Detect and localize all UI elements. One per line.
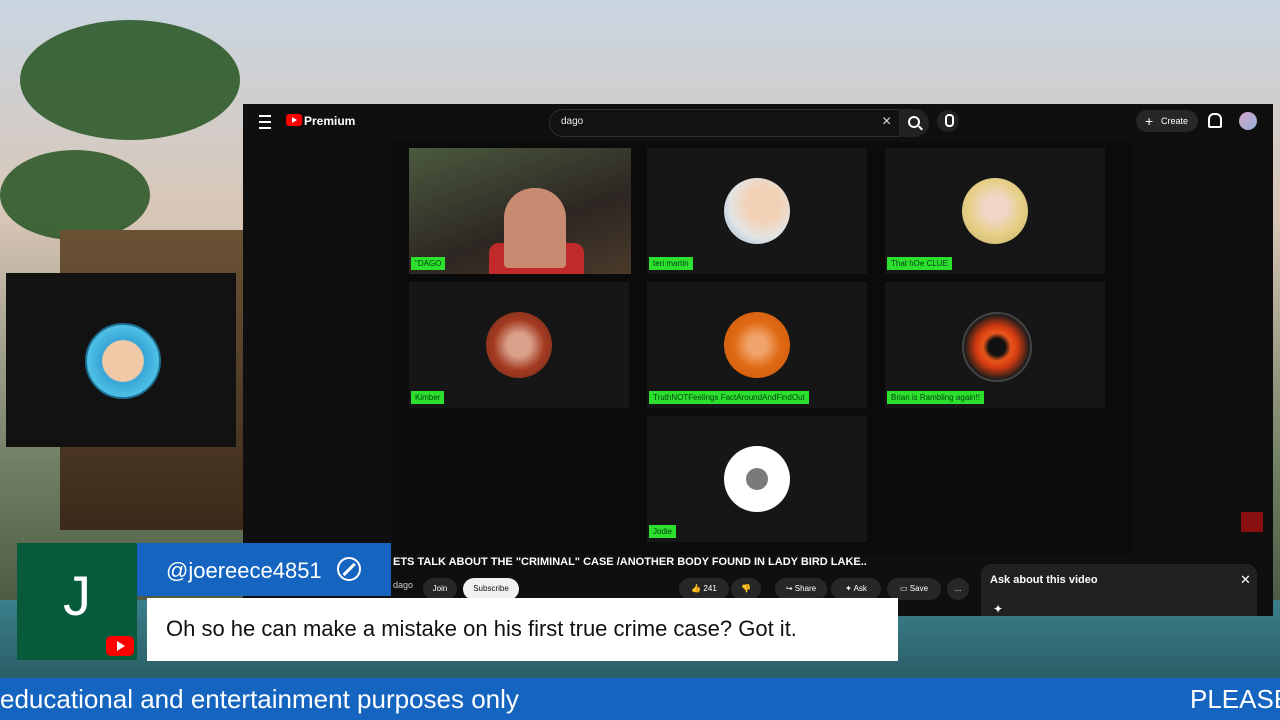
comment-message-box: Oh so he can make a mistake on his first… — [147, 598, 898, 661]
like-button[interactable]: 👍 241 — [679, 578, 729, 600]
commenter-username: @joereece4851 — [166, 558, 322, 583]
clear-search-icon[interactable]: × — [882, 113, 891, 131]
video-player[interactable]: "DAGO teri martin That hOe CLUE Kimber T… — [393, 142, 1133, 554]
ask-panel-title: Ask about this video — [990, 574, 1098, 586]
like-count: 241 — [703, 584, 717, 593]
youtube-icon — [106, 636, 134, 656]
participant-tile: Jodie — [647, 416, 867, 542]
participant-name: Brian is Rambling again!! — [887, 391, 984, 404]
participant-name: teri martin — [649, 257, 693, 270]
ticker-text-next: PLEASE — [1190, 684, 1280, 714]
notifications-bell-icon[interactable] — [1208, 113, 1222, 128]
participant-avatar — [724, 178, 790, 244]
channel-name[interactable]: dago — [393, 580, 413, 590]
default-user-icon — [746, 468, 768, 490]
more-actions-button[interactable]: ... — [947, 578, 969, 600]
thumbs-up-icon: 👍 — [691, 584, 702, 593]
close-icon[interactable]: ✕ — [1240, 572, 1251, 588]
share-icon: ↪ — [785, 584, 793, 593]
video-title: ETS TALK ABOUT THE "CRIMINAL" CASE /ANOT… — [393, 556, 867, 568]
streamer-camera-box — [6, 273, 236, 447]
ask-label: Ask — [853, 584, 867, 593]
search-value: dago — [561, 116, 584, 127]
channel-logo — [85, 323, 161, 399]
participant-name: Kimber — [411, 391, 445, 404]
participant-tile: Kimber — [409, 282, 629, 408]
participant-name: Jodie — [649, 525, 677, 538]
create-button[interactable]: + Create — [1136, 110, 1198, 132]
join-button[interactable]: Join — [423, 578, 457, 600]
dislike-button[interactable]: 👎 — [731, 578, 761, 600]
webcam-person — [504, 188, 566, 268]
search-input[interactable]: dago × — [549, 109, 901, 137]
participant-tile: TruthNOTFeelings FactAroundAndFindOut — [647, 282, 867, 408]
participant-tile: That hOe CLUE — [885, 148, 1105, 274]
participant-tile: Brian is Rambling again!! — [885, 282, 1105, 408]
participant-avatar — [724, 312, 790, 378]
participant-name: That hOe CLUE — [887, 257, 952, 270]
share-button[interactable]: ↪ Share — [775, 578, 827, 600]
menu-icon[interactable] — [259, 115, 271, 129]
ask-button[interactable]: ✦ Ask — [831, 578, 881, 600]
youtube-topbar: Premium dago × + Create — [243, 104, 1273, 140]
search-button[interactable] — [899, 109, 929, 137]
palm-foliage — [20, 20, 240, 140]
sparkle-icon: ✦ — [993, 602, 1004, 616]
side-thumbnail[interactable] — [1241, 512, 1263, 532]
webcam-feed — [409, 148, 631, 274]
share-label: Share — [794, 584, 817, 593]
participant-name: "DAGO — [411, 257, 446, 270]
sparkle-icon: ✦ — [845, 584, 852, 593]
ask-panel: Ask about this video ✕ ✦ — [981, 564, 1257, 616]
plus-icon: + — [1145, 113, 1154, 129]
youtube-window: Premium dago × + Create "DAGO teri marti… — [243, 104, 1273, 616]
participant-avatar — [962, 178, 1028, 244]
participant-avatar — [486, 312, 552, 378]
comment-message: Oh so he can make a mistake on his first… — [166, 616, 797, 641]
palm-foliage — [0, 150, 150, 240]
create-label: Create — [1161, 116, 1189, 126]
participant-name: TruthNOTFeelings FactAroundAndFindOut — [649, 391, 809, 404]
participant-avatar — [962, 312, 1032, 382]
youtube-brand[interactable]: Premium — [304, 114, 355, 128]
moderator-badge-icon — [337, 557, 361, 581]
participant-avatar — [724, 446, 790, 512]
participant-tile: "DAGO — [409, 148, 631, 274]
participant-tile: teri martin — [647, 148, 867, 274]
subscribe-button[interactable]: Subscribe — [463, 578, 519, 600]
youtube-logo-icon[interactable] — [286, 114, 302, 126]
save-label: Save — [909, 584, 929, 593]
ticker-text: educational and entertainment purposes o… — [0, 684, 519, 714]
ticker-bar: educational and entertainment purposes o… — [0, 678, 1280, 720]
commenter-initial: J — [63, 564, 91, 627]
thumbs-down-icon: 👎 — [741, 584, 751, 593]
commenter-name-bar: @joereece4851 — [137, 543, 391, 596]
bookmark-icon: ▭ — [899, 584, 908, 593]
save-button[interactable]: ▭ Save — [887, 578, 941, 600]
account-avatar[interactable] — [1239, 112, 1257, 130]
microphone-icon[interactable] — [937, 110, 959, 132]
